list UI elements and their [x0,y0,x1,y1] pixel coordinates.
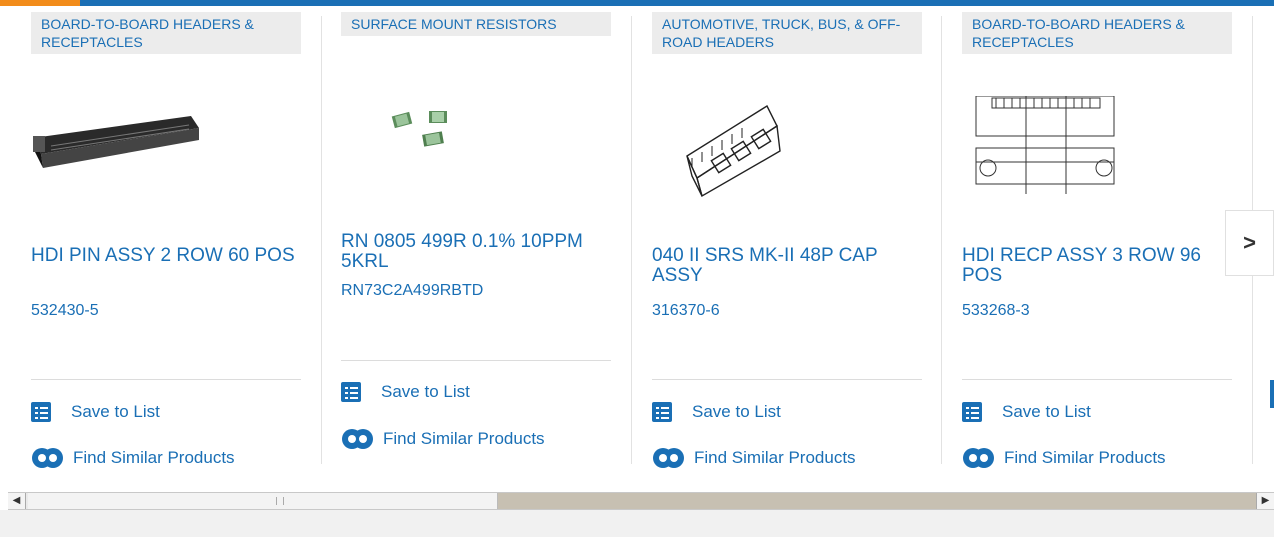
similar-label: Find Similar Products [1004,448,1166,467]
find-similar-button[interactable]: Find Similar Products [652,446,856,470]
partial-card-fragment [1270,380,1274,408]
product-title[interactable]: HDI PIN ASSY 2 ROW 60 POS [31,246,301,266]
save-to-list-button[interactable]: Save to List [341,382,470,402]
bottom-panel [0,510,1274,537]
find-similar-button[interactable]: Find Similar Products [962,446,1166,470]
pin-header-image[interactable] [31,96,231,206]
card-separator [31,379,301,380]
checklist-icon [652,402,672,422]
category-label[interactable]: AUTOMOTIVE, TRUCK, BUS, & OFF-ROAD HEADE… [652,12,922,54]
save-to-list-button[interactable]: Save to List [31,402,160,422]
save-to-list-button[interactable]: Save to List [962,402,1091,422]
product-card: BOARD-TO-BOARD HEADERS & RECEPTACLES HDI… [962,6,1232,482]
find-similar-button[interactable]: Find Similar Products [31,446,235,470]
smd-resistor-image[interactable] [341,96,541,206]
scroll-track[interactable] [498,493,1256,509]
product-title[interactable]: RN 0805 499R 0.1% 10PPM 5KRL [341,232,611,272]
find-similar-button[interactable]: Find Similar Products [341,427,545,451]
save-to-list-button[interactable]: Save to List [652,402,781,422]
card-separator [962,379,1232,380]
card-divider [321,16,322,464]
category-label[interactable]: SURFACE MOUNT RESISTORS [341,12,611,36]
gears-icon [32,448,63,468]
category-label[interactable]: BOARD-TO-BOARD HEADERS & RECEPTACLES [962,12,1232,54]
part-number[interactable]: RN73C2A499RBTD [341,282,483,300]
save-label: Save to List [71,402,160,421]
scroll-right-arrow[interactable]: ▶ [1256,493,1274,509]
checklist-icon [31,402,51,422]
gears-icon [342,429,373,449]
product-title[interactable]: 040 II SRS MK-II 48P CAP ASSY [652,246,922,286]
grip-icon [276,497,284,505]
product-card: SURFACE MOUNT RESISTORS RN 0805 499R 0.1… [341,6,611,482]
card-separator [341,360,611,361]
card-separator [652,379,922,380]
receptacle-drawing-image[interactable] [962,96,1162,206]
checklist-icon [341,382,361,402]
part-number[interactable]: 316370-6 [652,302,720,320]
save-label: Save to List [1002,402,1091,421]
save-label: Save to List [692,402,781,421]
save-label: Save to List [381,382,470,401]
card-divider [941,16,942,464]
similar-label: Find Similar Products [694,448,856,467]
card-divider [631,16,632,464]
gears-icon [653,448,684,468]
product-title[interactable]: HDI RECP ASSY 3 ROW 96 POS [962,246,1232,286]
category-label[interactable]: BOARD-TO-BOARD HEADERS & RECEPTACLES [31,12,301,54]
scroll-thumb[interactable] [28,493,498,509]
carousel-next-button[interactable]: > [1225,210,1274,276]
gears-icon [963,448,994,468]
horizontal-scrollbar[interactable]: ◀ ▶ [8,492,1274,510]
product-card: AUTOMOTIVE, TRUCK, BUS, & OFF-ROAD HEADE… [652,6,922,482]
similar-label: Find Similar Products [383,429,545,448]
product-card: BOARD-TO-BOARD HEADERS & RECEPTACLES HDI… [31,6,301,482]
part-number[interactable]: 533268-3 [962,302,1030,320]
similar-label: Find Similar Products [73,448,235,467]
scroll-left-arrow[interactable]: ◀ [8,493,26,509]
checklist-icon [962,402,982,422]
part-number[interactable]: 532430-5 [31,302,99,320]
automotive-header-image[interactable] [652,96,852,206]
